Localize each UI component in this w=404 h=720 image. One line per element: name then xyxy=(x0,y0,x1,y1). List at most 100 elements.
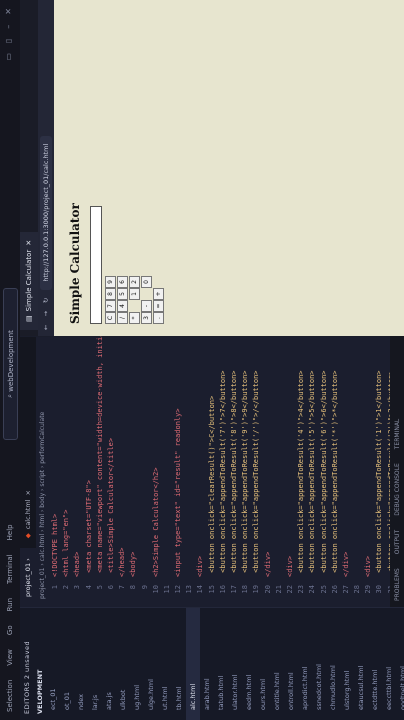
file-item[interactable]: ulge.html xyxy=(144,608,158,720)
code-line[interactable]: 25 <button onclick="appendToResult('6')"… xyxy=(319,337,330,607)
code-line[interactable]: 30 <button onclick="appendToResult('1')"… xyxy=(374,337,385,607)
file-item[interactable]: alc.html xyxy=(186,608,200,720)
code-line[interactable]: 8 <body> xyxy=(128,337,139,607)
code-line[interactable]: 1 <!DOCTYPE html> xyxy=(50,337,61,607)
calc-key[interactable]: * xyxy=(129,312,140,324)
file-item[interactable]: oodtpelt.html xyxy=(396,608,404,720)
calc-key[interactable]: 6 xyxy=(117,276,128,288)
file-item[interactable]: ndex xyxy=(74,608,88,720)
back-icon[interactable]: ← xyxy=(42,325,50,330)
file-item[interactable]: ulator.html xyxy=(228,608,242,720)
panel-debug[interactable]: DEBUG CONSOLE xyxy=(394,463,401,516)
tab-project[interactable]: project_01 › xyxy=(20,548,36,607)
file-item[interactable]: lar.js xyxy=(88,608,102,720)
code-line[interactable]: 13 xyxy=(184,337,195,607)
code-line[interactable]: 12 <input type="text" id="result" readonl… xyxy=(173,337,184,607)
file-item[interactable]: ectdtte.html xyxy=(368,608,382,720)
menu-help[interactable]: Help xyxy=(6,524,14,540)
file-item[interactable]: ontroll.html xyxy=(284,608,298,720)
file-item[interactable]: ours.html xyxy=(256,608,270,720)
minimize-icon[interactable]: – xyxy=(4,25,13,29)
file-item[interactable]: eeccttbl.html xyxy=(382,608,396,720)
file-item[interactable]: arab.html xyxy=(200,608,214,720)
calc-key[interactable]: 9 xyxy=(105,276,116,288)
file-item[interactable]: ulstorg.html xyxy=(340,608,354,720)
menu-go[interactable]: Go xyxy=(6,625,14,635)
folder-name[interactable]: VELOPMENT xyxy=(34,608,46,720)
file-item[interactable]: tb.html xyxy=(172,608,186,720)
code-line[interactable]: 9 xyxy=(140,337,151,607)
code-line[interactable]: 6 <title>Simple Calculator</title> xyxy=(106,337,117,607)
calc-key[interactable]: = xyxy=(153,300,164,312)
menu-run[interactable]: Run xyxy=(6,598,14,611)
menu-selection[interactable]: Selection xyxy=(6,680,14,712)
editors-section[interactable]: EDITORS 2 unsaved xyxy=(20,608,34,720)
code-line[interactable]: 17 <button onclick="appendToResult('8')"… xyxy=(229,337,240,607)
file-item[interactable]: ssnedcot.html xyxy=(312,608,326,720)
calc-key[interactable]: C xyxy=(105,312,116,324)
code-line[interactable]: 28 xyxy=(352,337,363,607)
file-item[interactable]: ot_01 xyxy=(60,608,74,720)
menu-terminal[interactable]: Terminal xyxy=(6,554,14,584)
code-line[interactable]: 26 <button onclick="appendToResult('*')"… xyxy=(330,337,341,607)
code-line[interactable]: 29 <div> xyxy=(363,337,374,607)
reload-icon[interactable]: ↻ xyxy=(42,298,50,303)
file-item[interactable]: ontitle.html xyxy=(270,608,284,720)
calc-key[interactable]: 7 xyxy=(105,300,116,312)
file-item[interactable]: ut.html xyxy=(158,608,172,720)
file-item[interactable]: aprodict.html xyxy=(298,608,312,720)
code-line[interactable]: 22 <div> xyxy=(285,337,296,607)
code-line[interactable]: 15 <button onclick="clearResult()">C</bu… xyxy=(207,337,218,607)
panel-problems[interactable]: PROBLEMS xyxy=(394,568,401,601)
code-line[interactable]: 19 <button onclick="appendToResult('/')"… xyxy=(251,337,262,607)
panel-icon[interactable]: ▯ xyxy=(4,39,13,43)
result-input[interactable] xyxy=(90,206,102,324)
file-item[interactable]: ata.js xyxy=(102,608,116,720)
code-line[interactable]: 10 <h2>Simple Calculator</h2> xyxy=(151,337,162,607)
code-line[interactable]: 14 <div> xyxy=(195,337,206,607)
file-item[interactable]: ulkbot xyxy=(116,608,130,720)
code-lines[interactable]: 1 <!DOCTYPE html> 2 <html lang="en"> 3 <head>… xyxy=(50,316,404,607)
file-item[interactable]: etaucsul.html xyxy=(354,608,368,720)
file-item[interactable]: ect_01 xyxy=(46,608,60,720)
calc-key[interactable]: 1 xyxy=(129,288,140,300)
calc-key[interactable]: - xyxy=(141,300,152,312)
preview-tab[interactable]: ▤ Simple Calculator ✕ xyxy=(20,231,38,330)
code-line[interactable]: 20 </div> xyxy=(263,337,274,607)
close-icon[interactable]: ✕ xyxy=(4,8,13,15)
code-line[interactable]: 4 <meta charset="UTF-8"> xyxy=(84,337,95,607)
calc-key[interactable]: 3 xyxy=(141,312,152,324)
calc-key[interactable]: 2 xyxy=(129,276,140,288)
calc-key[interactable]: 8 xyxy=(105,288,116,300)
code-line[interactable]: 11 xyxy=(162,337,173,607)
panel-terminal[interactable]: TERMINAL xyxy=(394,419,401,450)
close-icon[interactable]: ✕ xyxy=(25,240,33,246)
file-item[interactable]: ug.html xyxy=(130,608,144,720)
file-item[interactable]: chmudlo.html xyxy=(326,608,340,720)
code-line[interactable]: 2 <html lang="en"> xyxy=(61,337,72,607)
file-item[interactable]: tatub.html xyxy=(214,608,228,720)
code-line[interactable]: 24 <button onclick="appendToResult('5')"… xyxy=(307,337,318,607)
menu-view[interactable]: View xyxy=(6,649,14,666)
calc-key[interactable]: 4 xyxy=(117,300,128,312)
code-line[interactable]: 23 <button onclick="appendToResult('4')"… xyxy=(296,337,307,607)
url-field[interactable]: http://127.0.0.1:3000/project_01/calc.ht… xyxy=(40,135,52,290)
file-item[interactable]: eedm.html xyxy=(242,608,256,720)
calc-key[interactable]: 5 xyxy=(117,288,128,300)
code-line[interactable]: 5 <meta name="viewport" content="width=d… xyxy=(95,316,106,607)
breadcrumb[interactable]: project_01 › calc.html › html › body › s… xyxy=(36,337,48,607)
code-line[interactable]: 3 <head> xyxy=(72,337,83,607)
code-line[interactable]: 7 </head> xyxy=(117,337,128,607)
code-line[interactable]: 27 </div> xyxy=(341,337,352,607)
code-line[interactable]: 18 <button onclick="appendToResult('9')"… xyxy=(240,337,251,607)
calc-key[interactable]: / xyxy=(117,312,128,324)
forward-icon[interactable]: → xyxy=(42,311,50,316)
code-line[interactable]: 21 xyxy=(274,337,285,607)
calc-key[interactable]: . xyxy=(153,312,164,324)
calc-key[interactable]: + xyxy=(153,288,164,300)
tab-calc[interactable]: ◆ calc.html × xyxy=(20,480,36,548)
calc-key[interactable]: 0 xyxy=(141,276,152,288)
command-search[interactable]: ⌕ webDevelopment xyxy=(3,288,18,440)
code-line[interactable]: 16 <button onclick="appendToResult('7')"… xyxy=(218,337,229,607)
close-icon[interactable]: × xyxy=(24,490,32,495)
